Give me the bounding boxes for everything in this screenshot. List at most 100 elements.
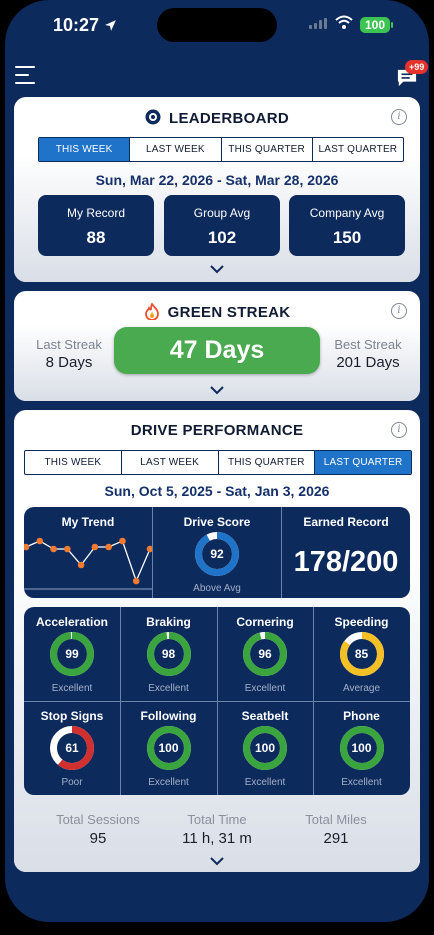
leaderboard-title-row: LEADERBOARD bbox=[14, 109, 420, 127]
metric-rating: Excellent bbox=[51, 683, 93, 694]
drive-performance-title: DRIVE PERFORMANCE bbox=[130, 422, 304, 439]
metric-value: 98 bbox=[161, 647, 176, 661]
tab-this-week[interactable]: THIS WEEK bbox=[25, 451, 122, 474]
trend-point bbox=[50, 545, 57, 553]
totals-value: 291 bbox=[323, 830, 349, 847]
status-time: 10:27 bbox=[53, 15, 117, 36]
chevron-down-icon[interactable] bbox=[210, 264, 224, 274]
metric-speeding[interactable]: Speeding 85 Average bbox=[314, 607, 410, 701]
tab-last-week[interactable]: LAST WEEK bbox=[122, 451, 219, 474]
metric-phone[interactable]: Phone 100 Excellent bbox=[314, 701, 410, 795]
drive-score-sub: Above Avg bbox=[193, 583, 241, 594]
last-streak: Last Streak 8 Days bbox=[28, 337, 110, 371]
metric-label: Phone bbox=[343, 709, 380, 723]
stat-label: Group Avg bbox=[193, 206, 251, 220]
last-streak-value: 8 Days bbox=[45, 354, 93, 371]
best-streak: Best Streak 201 Days bbox=[326, 337, 410, 371]
trend-point bbox=[24, 543, 30, 551]
stat-label: My Record bbox=[66, 206, 125, 220]
info-icon[interactable]: i bbox=[391, 303, 407, 319]
leaderboard-period-tabs: THIS WEEK LAST WEEK THIS QUARTER LAST QU… bbox=[38, 137, 404, 162]
metric-rating: Poor bbox=[61, 777, 83, 788]
stat-group-avg: Group Avg 102 bbox=[164, 195, 280, 256]
chevron-down-icon[interactable] bbox=[210, 856, 224, 866]
total-miles: Total Miles 291 bbox=[266, 812, 406, 847]
metric-following[interactable]: Following 100 Excellent bbox=[121, 701, 217, 795]
trend-point bbox=[64, 545, 71, 553]
stat-my-record: My Record 88 bbox=[38, 195, 154, 256]
stat-label: Company Avg bbox=[309, 206, 385, 220]
metric-value: 100 bbox=[254, 741, 276, 755]
clock-text: 10:27 bbox=[53, 15, 100, 35]
totals-label: Total Miles bbox=[305, 812, 367, 827]
hamburger-menu-icon[interactable] bbox=[15, 66, 35, 90]
dynamic-island bbox=[157, 8, 277, 42]
trend-point bbox=[105, 543, 112, 551]
tab-this-quarter[interactable]: THIS QUARTER bbox=[222, 138, 313, 161]
battery-icon: 100 bbox=[360, 17, 391, 33]
tab-last-quarter[interactable]: LAST QUARTER bbox=[315, 451, 411, 474]
metric-label: Following bbox=[140, 709, 197, 723]
earned-record-tile[interactable]: Earned Record 178/200 bbox=[282, 507, 410, 598]
last-streak-label: Last Streak bbox=[36, 337, 102, 352]
metric-rating: Average bbox=[342, 683, 381, 694]
drive-date-range: Sun, Oct 5, 2025 - Sat, Jan 3, 2026 bbox=[104, 483, 330, 499]
metric-cornering[interactable]: Cornering 96 Excellent bbox=[217, 607, 313, 701]
metric-label: Braking bbox=[146, 615, 191, 629]
metrics-grid: Acceleration 99 Excellent Braking 98 Excellen… bbox=[24, 607, 410, 795]
metric-value: 99 bbox=[65, 647, 79, 661]
trend-line bbox=[25, 540, 151, 583]
drive-score-tile[interactable]: Drive Score 92 Above Avg bbox=[153, 507, 281, 598]
metric-value: 100 bbox=[351, 741, 372, 755]
metric-acceleration[interactable]: Acceleration 99 Excellent bbox=[24, 607, 120, 701]
earned-record-value: 178/200 bbox=[293, 546, 399, 578]
trend-point bbox=[91, 543, 99, 551]
my-trend-tile[interactable]: My Trend bbox=[24, 507, 152, 598]
chevron-down-icon[interactable] bbox=[210, 385, 224, 395]
tab-last-quarter[interactable]: LAST QUARTER bbox=[313, 138, 403, 161]
metric-label: Cornering bbox=[236, 615, 294, 629]
metric-label: Speeding bbox=[334, 615, 389, 629]
best-streak-value: 201 Days bbox=[336, 354, 400, 371]
tab-last-week[interactable]: LAST WEEK bbox=[130, 138, 222, 161]
battery-tip bbox=[391, 22, 393, 28]
metric-value: 100 bbox=[158, 741, 179, 755]
location-arrow-icon bbox=[105, 20, 116, 31]
stat-value: 150 bbox=[332, 228, 362, 247]
notification-badge: +99 bbox=[405, 60, 429, 74]
leaderboard-card: LEADERBOARD i THIS WEEK LAST WEEK THIS Q… bbox=[14, 97, 420, 282]
metric-braking[interactable]: Braking 98 Excellent bbox=[121, 607, 217, 701]
best-streak-label: Best Streak bbox=[334, 337, 402, 352]
green-streak-card: GREEN STREAK i Last Streak 8 Days 47 Day… bbox=[14, 291, 420, 401]
trend-point bbox=[36, 537, 44, 545]
metric-value: 61 bbox=[65, 741, 79, 755]
metric-value: 85 bbox=[354, 647, 369, 661]
status-bar: 10:27 100 bbox=[5, 0, 429, 50]
trend-point bbox=[77, 561, 85, 569]
metric-rating: Excellent bbox=[148, 683, 189, 694]
tab-this-week[interactable]: THIS WEEK bbox=[39, 138, 131, 161]
metric-rating: Excellent bbox=[244, 683, 286, 694]
info-icon[interactable]: i bbox=[391, 422, 407, 438]
metric-stop-signs[interactable]: Stop Signs 61 Poor bbox=[24, 701, 120, 795]
metric-label: Stop Signs bbox=[40, 709, 104, 723]
drive-score-value: 92 bbox=[210, 547, 224, 561]
metric-label: Acceleration bbox=[35, 615, 109, 629]
drive-period-tabs: THIS WEEK LAST WEEK THIS QUARTER LAST QU… bbox=[24, 450, 412, 475]
leaderboard-date-range: Sun, Mar 22, 2026 - Sat, Mar 28, 2026 bbox=[95, 172, 339, 188]
drive-summary-row: My Trend Drive Score 92 Above Avg Earned… bbox=[24, 507, 410, 598]
metric-label: Seatbelt bbox=[241, 709, 289, 723]
trophy-badge-icon bbox=[145, 109, 161, 125]
my-trend-sparkline bbox=[24, 537, 152, 590]
drive-score-label: Drive Score bbox=[183, 515, 251, 529]
tab-this-quarter[interactable]: THIS QUARTER bbox=[219, 451, 316, 474]
green-streak-title-row: GREEN STREAK bbox=[14, 302, 420, 321]
leaderboard-title: LEADERBOARD bbox=[169, 110, 289, 127]
metric-rating: Excellent bbox=[148, 777, 189, 788]
metric-rating: Excellent bbox=[341, 777, 382, 788]
drive-performance-card: DRIVE PERFORMANCE i THIS WEEK LAST WEEK … bbox=[14, 410, 420, 872]
info-icon[interactable]: i bbox=[391, 109, 407, 125]
app-header: +99 bbox=[5, 58, 429, 98]
metric-seatbelt[interactable]: Seatbelt 100 Excellent bbox=[217, 701, 313, 795]
stat-value: 88 bbox=[86, 228, 106, 247]
